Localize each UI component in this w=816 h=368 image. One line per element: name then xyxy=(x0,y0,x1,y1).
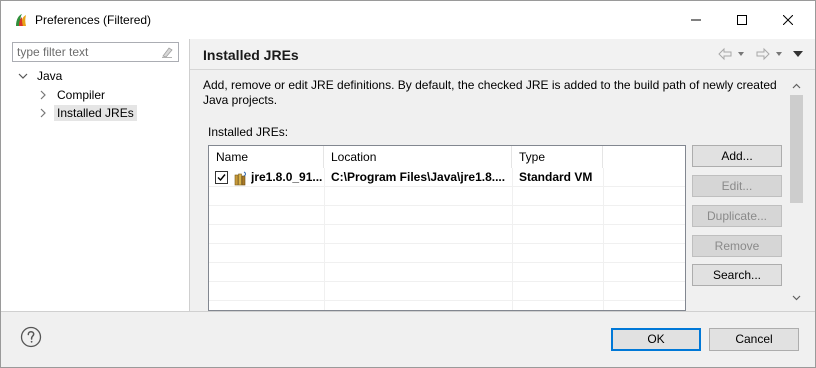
jre-name-cell: jre1.8.0_91... xyxy=(251,170,323,184)
column-header-type[interactable]: Type xyxy=(512,146,603,168)
preferences-dialog: Preferences (Filtered) Java Compiler xyxy=(0,0,816,368)
checkmark-icon xyxy=(217,174,226,182)
back-dropdown-icon[interactable] xyxy=(737,50,745,58)
tree-item-label: Installed JREs xyxy=(54,105,137,121)
column-header-location[interactable]: Location xyxy=(324,146,512,168)
chevron-down-icon xyxy=(792,295,801,300)
maximize-button[interactable] xyxy=(719,1,765,39)
column-header-filler xyxy=(603,146,685,168)
dialog-footer: OK Cancel xyxy=(1,312,815,367)
search-button[interactable]: Search... xyxy=(692,264,782,286)
add-button[interactable]: Add... xyxy=(692,145,782,167)
tree-item-label: Java xyxy=(37,69,63,83)
default-jre-checkbox[interactable] xyxy=(215,171,228,184)
forward-arrow-icon[interactable] xyxy=(755,47,771,61)
chevron-down-icon[interactable] xyxy=(17,70,29,82)
tree-item-label: Compiler xyxy=(57,88,106,102)
page-navigation xyxy=(717,47,803,61)
title-bar: Preferences (Filtered) xyxy=(1,1,815,39)
filter-field[interactable] xyxy=(12,42,179,62)
scroll-down-button[interactable] xyxy=(788,289,805,306)
table-row-empty xyxy=(209,282,685,301)
tree-item-java[interactable]: Java xyxy=(17,67,62,85)
forward-dropdown-icon[interactable] xyxy=(775,50,783,58)
table-row-empty xyxy=(209,225,685,244)
remove-button[interactable]: Remove xyxy=(692,235,782,257)
tree-item-installed-jres[interactable]: Installed JREs xyxy=(37,104,137,122)
vertical-scrollbar[interactable] xyxy=(788,77,805,311)
tree-item-compiler[interactable]: Compiler xyxy=(37,86,105,104)
table-row[interactable]: jre1.8.0_91... C:\Program Files\Java\jre… xyxy=(209,168,685,187)
filter-input[interactable] xyxy=(17,44,157,60)
cancel-button[interactable]: Cancel xyxy=(709,328,799,351)
back-arrow-icon[interactable] xyxy=(717,47,733,61)
jre-type-cell: Standard VM xyxy=(519,170,593,184)
table-row-empty xyxy=(209,206,685,225)
ok-button[interactable]: OK xyxy=(611,328,701,351)
window-title: Preferences (Filtered) xyxy=(35,13,152,27)
installed-jres-label: Installed JREs: xyxy=(208,125,289,139)
close-icon xyxy=(783,15,793,25)
page-header: Installed JREs xyxy=(190,39,815,69)
clear-filter-icon[interactable] xyxy=(160,45,174,59)
scroll-up-button[interactable] xyxy=(788,77,805,94)
page-title: Installed JREs xyxy=(203,47,299,63)
minimize-button[interactable] xyxy=(673,1,719,39)
edit-button[interactable]: Edit... xyxy=(692,175,782,197)
jre-library-icon xyxy=(234,171,246,186)
table-row-empty xyxy=(209,263,685,282)
duplicate-button[interactable]: Duplicate... xyxy=(692,205,782,227)
minimize-icon xyxy=(691,19,701,21)
help-icon[interactable] xyxy=(20,326,42,348)
table-row-empty xyxy=(209,187,685,206)
chevron-right-icon[interactable] xyxy=(37,89,49,101)
table-row-empty xyxy=(209,244,685,263)
maximize-icon xyxy=(737,15,747,25)
eclipse-icon xyxy=(16,14,26,26)
page-content: Add, remove or edit JRE definitions. By … xyxy=(190,70,815,311)
jre-location-cell: C:\Program Files\Java\jre1.8.... xyxy=(331,170,506,184)
chevron-up-icon xyxy=(792,83,801,88)
page-description: Add, remove or edit JRE definitions. By … xyxy=(203,78,777,107)
column-header-name[interactable]: Name xyxy=(209,146,324,168)
close-button[interactable] xyxy=(765,1,811,39)
view-menu-icon[interactable] xyxy=(793,50,803,58)
chevron-right-icon[interactable] xyxy=(37,107,49,119)
preferences-tree-panel: Java Compiler Installed JREs xyxy=(1,39,189,311)
scroll-thumb[interactable] xyxy=(790,95,803,203)
installed-jres-table[interactable]: Name Location Type jre1.8.0_91... C:\Pro… xyxy=(208,145,686,311)
